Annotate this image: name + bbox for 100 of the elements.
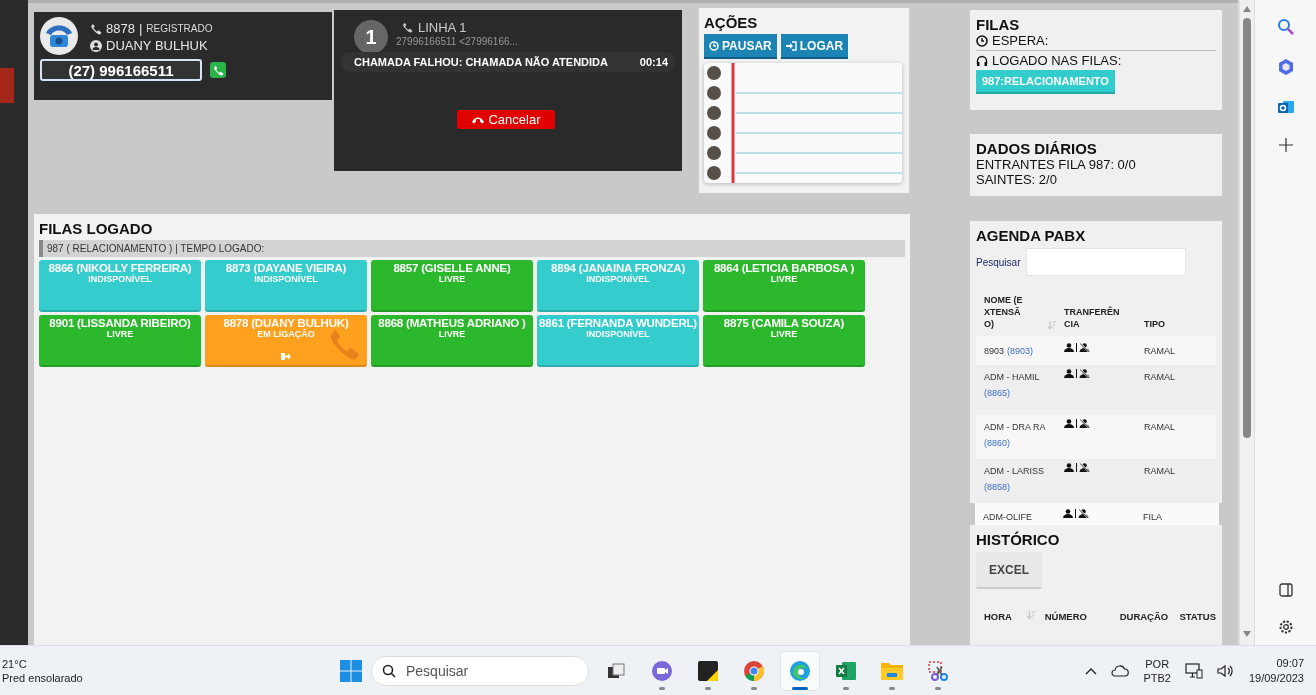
language-code[interactable]: POR (1145, 657, 1170, 671)
speaker-icon[interactable] (1216, 664, 1235, 678)
contact-name: ADM - HAMIL (984, 371, 1040, 384)
taskbar-search-field[interactable]: Pesquisar (371, 656, 589, 686)
plus-icon[interactable] (1278, 138, 1293, 152)
user-icon[interactable] (1063, 509, 1073, 518)
agent-name: 8894 (JANAINA FRONZA) (551, 262, 685, 274)
user-slash-icon[interactable] (1079, 369, 1090, 378)
cancel-button[interactable]: Cancelar (457, 110, 555, 129)
temperature[interactable]: 21°C (2, 657, 339, 671)
agent-name: 8873 (DAYANE VIEIRA) (225, 262, 347, 274)
extension-link[interactable]: (8865) (984, 385, 1010, 401)
user-icon[interactable] (1064, 463, 1074, 472)
phone-icon (90, 22, 102, 35)
column-header[interactable]: NOME (EXTENSÃO) (984, 294, 1028, 330)
user-slash-icon[interactable] (1078, 509, 1089, 518)
user-icon[interactable] (1064, 369, 1074, 378)
agent-card[interactable]: 8864 (LETICIA BARBOSA ) LIVRE (703, 260, 865, 312)
section-title: DADOS DIÁRIOS (976, 140, 1098, 157)
weather-text[interactable]: Pred ensolarado (2, 671, 339, 685)
agent-name: 8864 (LETICIA BARBOSA ) (713, 262, 855, 274)
agent-status: LIVRE (438, 329, 466, 339)
queue-tag: 987:RELACIONAMENTO (976, 70, 1115, 94)
registration-status: REGISTRADO (146, 23, 213, 34)
keyboard-layout[interactable]: PTB2 (1143, 671, 1171, 685)
user-icon[interactable] (1064, 343, 1074, 352)
agent-card[interactable]: 8868 (MATHEUS ADRIANO ) LIVRE (371, 315, 533, 367)
agent-card[interactable]: 8901 (LISSANDA RIBEIRO) LIVRE (39, 315, 201, 367)
pause-button[interactable]: PAUSAR (704, 34, 777, 59)
clock-date[interactable]: 19/09/2023 (1248, 671, 1304, 686)
user-slash-icon[interactable] (1079, 463, 1090, 472)
user-name: DUANY BULHUK (106, 38, 208, 53)
daily-stat: SAINTES: 2/0 (976, 172, 1058, 187)
agent-status: INDISPONÍVEL (586, 329, 650, 339)
agent-status: LIVRE (770, 329, 798, 339)
search-field[interactable] (1026, 248, 1187, 276)
column-header: STATUS (1179, 611, 1216, 622)
clock-icon (976, 34, 988, 47)
user-slash-icon[interactable] (1079, 343, 1090, 352)
extension-number: 8878 (106, 21, 135, 36)
column-header: DURAÇÃO (1119, 611, 1170, 622)
search-icon[interactable] (1276, 18, 1295, 36)
user-icon[interactable] (1064, 419, 1074, 428)
cloud-icon[interactable] (1111, 665, 1130, 677)
agent-status: LIVRE (770, 274, 798, 284)
user-icon (90, 39, 102, 52)
sticky-note-icon (697, 660, 719, 682)
sign-in-icon (785, 40, 797, 51)
settings-icon[interactable] (1277, 619, 1294, 635)
queue-header: 987 ( RELACIONAMENTO ) | TEMPO LOGADO: (39, 240, 905, 257)
excel-button[interactable]: EXCEL (976, 552, 1042, 589)
scroll-down-icon[interactable] (1243, 631, 1251, 637)
column-header: NÚMERO (1044, 611, 1088, 622)
dial-field[interactable]: (27) 996166511 (40, 59, 202, 81)
agent-status: INDISPONÍVEL (88, 274, 152, 284)
waiting-label: ESPERA: (992, 33, 1049, 48)
network-icon[interactable] (1184, 663, 1203, 679)
extension-link[interactable]: (8903) (1007, 343, 1034, 359)
agent-status: INDISPONÍVEL (586, 274, 650, 284)
caller-id: 27996166511 <27996166... (396, 36, 518, 47)
extension-link[interactable]: (8858) (984, 479, 1010, 495)
agent-card[interactable]: 8875 (CAMILA SOUZA) LIVRE (703, 315, 865, 367)
agent-status: EM LIGAÇÃO (257, 329, 315, 339)
clock-icon (709, 40, 719, 51)
separator: | (138, 21, 143, 36)
headphones-icon (976, 54, 988, 67)
agent-status: INDISPONÍVEL (254, 274, 318, 284)
agent-card[interactable]: 8857 (GISELLE ANNE) LIVRE (371, 260, 533, 312)
table-cell-text: RAMAL (1144, 371, 1176, 384)
extension-link[interactable]: (8860) (984, 435, 1010, 451)
telephone-avatar-icon (40, 17, 78, 55)
login-button[interactable]: LOGAR (780, 34, 849, 59)
table-cell-text: RAMAL (1144, 345, 1176, 358)
agent-name: 8901 (LISSANDA RIBEIRO) (49, 317, 191, 329)
phone-icon (212, 64, 224, 76)
table-cell-text: RAMAL (1144, 465, 1176, 478)
user-slash-icon[interactable] (1079, 419, 1090, 428)
search-label: Pesquisar (976, 256, 1021, 268)
start-icon[interactable] (339, 659, 363, 683)
section-title: FILAS (976, 16, 1021, 33)
chevron-up-icon[interactable] (1085, 667, 1098, 675)
table-cell-text: ADM-OLIFE (983, 511, 1033, 524)
scrollbar[interactable] (1238, 0, 1254, 645)
clock-time[interactable]: 09:07 (1276, 656, 1304, 671)
folder-icon (880, 660, 904, 682)
scroll-up-icon[interactable] (1243, 6, 1251, 12)
agent-status: LIVRE (438, 274, 466, 284)
browser-icon (743, 660, 765, 682)
call-status: CHAMADA FALHOU: CHAMADA NÃO ATENDIDA (354, 56, 608, 68)
agent-name: 8861 (FERNANDA WUNDERL) (539, 317, 697, 329)
line-number: 1 (354, 20, 388, 54)
daily-stat: ENTRANTES FILA 987: 0/0 (976, 157, 1137, 172)
call-button[interactable] (210, 62, 226, 78)
hang-up-icon (471, 115, 486, 124)
notepad-field[interactable] (704, 63, 902, 183)
sidebar-toggle-icon[interactable] (1278, 583, 1293, 597)
column-header[interactable]: HORA (984, 611, 1019, 622)
agent-name: 8866 (NIKOLLY FERREIRA) (48, 262, 192, 274)
search-icon (382, 664, 396, 678)
agent-name: 8878 (DUANY BULHUK) (223, 317, 349, 329)
